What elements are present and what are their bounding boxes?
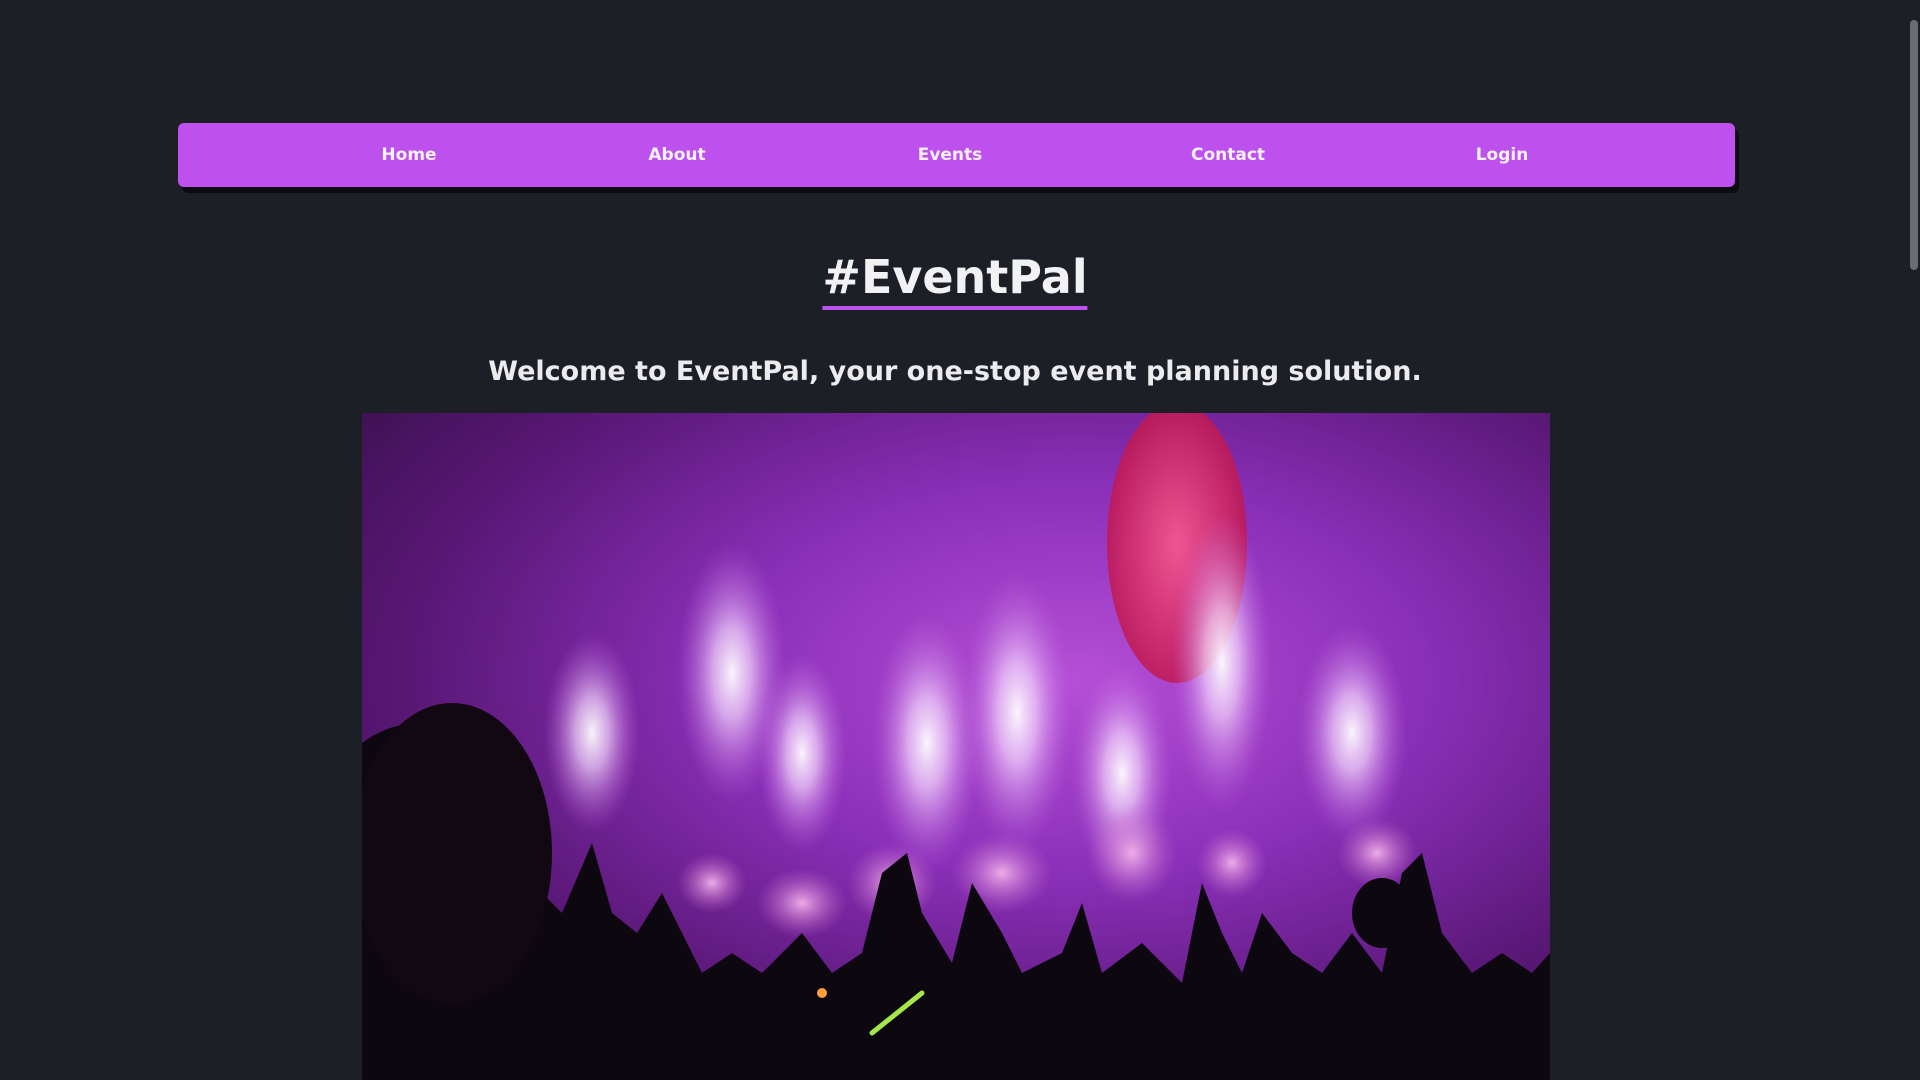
hero-image (362, 413, 1550, 1080)
scrollbar-track[interactable] (1906, 0, 1920, 1080)
nav-events[interactable]: Events (918, 123, 983, 187)
navbar: Home About Events Contact Login (178, 123, 1735, 187)
concert-fireworks-illustration (362, 413, 1550, 1080)
scrollbar-thumb[interactable] (1910, 20, 1918, 270)
nav-about[interactable]: About (648, 123, 705, 187)
page: Home About Events Contact Login #EventPa… (0, 0, 1920, 1080)
tagline: Welcome to EventPal, your one-stop event… (488, 356, 1422, 387)
nav-contact[interactable]: Contact (1191, 123, 1265, 187)
nav-login[interactable]: Login (1476, 123, 1529, 187)
nav-home[interactable]: Home (381, 123, 436, 187)
page-title: #EventPal (822, 250, 1088, 310)
